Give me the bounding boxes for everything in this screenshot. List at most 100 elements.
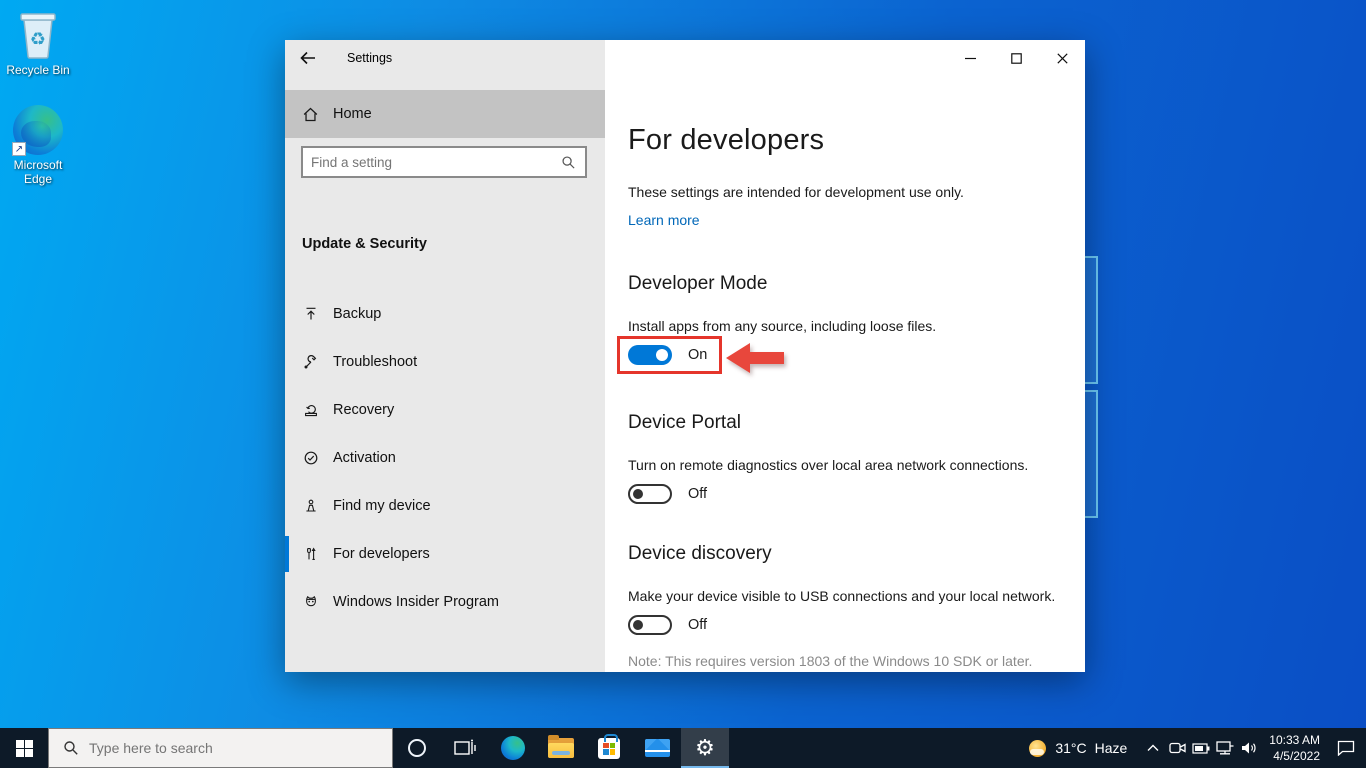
- back-arrow-icon: [300, 51, 316, 65]
- annotation-red-box: [617, 336, 722, 374]
- weather-widget[interactable]: 31°C Haze: [1029, 740, 1127, 757]
- section-description: Make your device visible to USB connecti…: [628, 588, 1055, 604]
- sidebar-item-troubleshoot[interactable]: Troubleshoot: [285, 338, 605, 386]
- desktop: ♻ Recycle Bin ↗ Microsoft Edge Settings: [0, 0, 1366, 768]
- intro-text: These settings are intended for developm…: [628, 184, 964, 200]
- taskbar-settings-button[interactable]: ⚙: [681, 728, 729, 768]
- activation-check-icon: [303, 450, 319, 466]
- clock-date: 4/5/2022: [1269, 748, 1320, 764]
- toggle-state-label: Off: [688, 486, 707, 502]
- cortana-button[interactable]: [393, 728, 441, 768]
- action-center-icon: [1337, 740, 1355, 756]
- maximize-icon: [1011, 53, 1022, 64]
- developer-mode-toggle-row: On: [628, 345, 707, 365]
- file-explorer-button[interactable]: [537, 728, 585, 768]
- sidebar-item-activation[interactable]: Activation: [285, 434, 605, 482]
- sidebar-home-label: Home: [333, 106, 372, 122]
- device-discovery-toggle[interactable]: [628, 615, 672, 635]
- settings-window: Settings Home: [285, 40, 1085, 672]
- annotation-red-arrow-icon: [725, 339, 787, 377]
- cortana-icon: [408, 739, 426, 757]
- sidebar-item-windows-insider-program[interactable]: Windows Insider Program: [285, 578, 605, 626]
- sidebar-item-label: Windows Insider Program: [333, 594, 499, 610]
- minimize-button[interactable]: [947, 40, 993, 76]
- sidebar-item-backup[interactable]: Backup: [285, 290, 605, 338]
- home-icon: [302, 106, 319, 123]
- close-button[interactable]: [1039, 40, 1085, 76]
- sidebar-item-for-developers[interactable]: For developers: [285, 530, 605, 578]
- section-description: Install apps from any source, including …: [628, 318, 936, 334]
- battery-indicator[interactable]: [1189, 728, 1213, 768]
- desktop-icon-recycle-bin[interactable]: ♻ Recycle Bin: [0, 8, 76, 77]
- file-explorer-icon: [548, 738, 574, 758]
- window-titlebar: Settings: [285, 40, 1085, 76]
- device-portal-toggle-row: Off: [628, 484, 707, 504]
- backup-upload-icon: [303, 306, 319, 322]
- section-description: Turn on remote diagnostics over local ar…: [628, 457, 1028, 473]
- sidebar-item-label: Recovery: [333, 402, 394, 418]
- microsoft-store-button[interactable]: [585, 728, 633, 768]
- task-view-button[interactable]: [441, 728, 489, 768]
- maximize-button[interactable]: [993, 40, 1039, 76]
- back-button[interactable]: [285, 40, 331, 76]
- weather-temperature: 31°C: [1055, 740, 1086, 756]
- sidebar-item-recovery[interactable]: Recovery: [285, 386, 605, 434]
- sidebar-item-label: For developers: [333, 546, 430, 562]
- recovery-icon: [303, 402, 319, 418]
- action-center-button[interactable]: [1326, 740, 1366, 756]
- task-view-icon: [454, 739, 476, 757]
- minimize-icon: [965, 53, 976, 64]
- sidebar-item-label: Backup: [333, 306, 381, 322]
- shortcut-arrow-icon: ↗: [12, 142, 26, 156]
- desktop-icon-label: Recycle Bin: [6, 63, 69, 77]
- volume-indicator[interactable]: [1237, 728, 1261, 768]
- search-icon: [63, 740, 79, 756]
- section-heading-device-portal: Device Portal: [628, 412, 741, 434]
- sidebar-section-heading: Update & Security: [302, 236, 427, 252]
- tray-overflow-button[interactable]: [1141, 728, 1165, 768]
- edge-icon: [501, 736, 525, 760]
- toggle-knob: [633, 620, 643, 630]
- sidebar-item-label: Find my device: [333, 498, 431, 514]
- edge-icon: ↗: [13, 105, 63, 155]
- learn-more-link[interactable]: Learn more: [628, 212, 700, 228]
- windows-logo-icon: [16, 740, 33, 757]
- close-icon: [1057, 53, 1068, 64]
- taskbar-edge-button[interactable]: [489, 728, 537, 768]
- insider-ninja-cat-icon: [303, 594, 319, 610]
- desktop-icon-microsoft-edge[interactable]: ↗ Microsoft Edge: [0, 105, 76, 187]
- settings-sidebar: Home Update & Security Backup Tr: [285, 76, 605, 672]
- device-discovery-toggle-row: Off: [628, 615, 707, 635]
- device-portal-toggle[interactable]: [628, 484, 672, 504]
- page-title: For developers: [628, 124, 824, 157]
- network-indicator[interactable]: [1213, 728, 1237, 768]
- titlebar-left: Settings: [285, 40, 605, 76]
- taskbar-search-box[interactable]: [48, 728, 393, 768]
- taskbar: ⚙ 31°C Haze: [0, 728, 1366, 768]
- start-button[interactable]: [0, 728, 48, 768]
- settings-content: For developers These settings are intend…: [605, 76, 1085, 672]
- section-heading-device-discovery: Device discovery: [628, 543, 772, 565]
- sidebar-item-label: Troubleshoot: [333, 354, 417, 370]
- taskbar-search-input[interactable]: [89, 740, 392, 756]
- clock-time: 10:33 AM: [1269, 732, 1320, 748]
- sidebar-item-home[interactable]: Home: [285, 90, 605, 138]
- section-heading-developer-mode: Developer Mode: [628, 273, 767, 295]
- search-icon[interactable]: [561, 155, 576, 170]
- toggle-knob: [633, 489, 643, 499]
- settings-search-box[interactable]: [301, 146, 587, 178]
- taskbar-clock[interactable]: 10:33 AM 4/5/2022: [1269, 732, 1320, 764]
- camera-icon: [1169, 741, 1186, 755]
- mail-button[interactable]: [633, 728, 681, 768]
- ethernet-icon: [1216, 741, 1234, 755]
- window-title: Settings: [347, 51, 392, 65]
- settings-search-input[interactable]: [303, 155, 561, 170]
- sdk-note-text: Note: This requires version 1803 of the …: [628, 653, 1032, 669]
- speaker-icon: [1241, 741, 1257, 755]
- sidebar-item-find-my-device[interactable]: Find my device: [285, 482, 605, 530]
- weather-condition: Haze: [1095, 740, 1128, 756]
- recycle-bin-icon: ♻: [16, 8, 60, 60]
- meet-now-button[interactable]: [1165, 728, 1189, 768]
- toggle-state-label: Off: [688, 617, 707, 633]
- mail-icon: [645, 739, 670, 757]
